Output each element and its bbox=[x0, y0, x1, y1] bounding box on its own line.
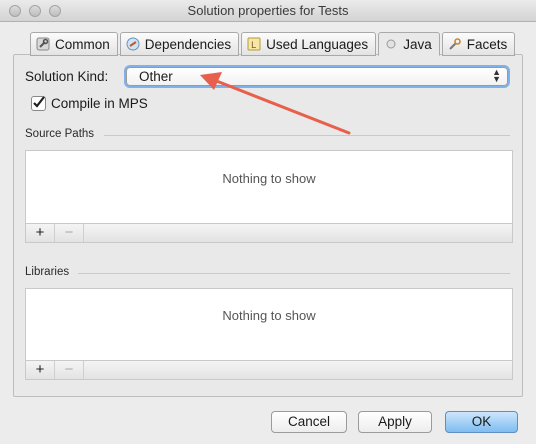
dialog-window: Solution properties for Tests Common Dep… bbox=[0, 0, 536, 444]
annotation-arrow-icon bbox=[200, 72, 351, 135]
